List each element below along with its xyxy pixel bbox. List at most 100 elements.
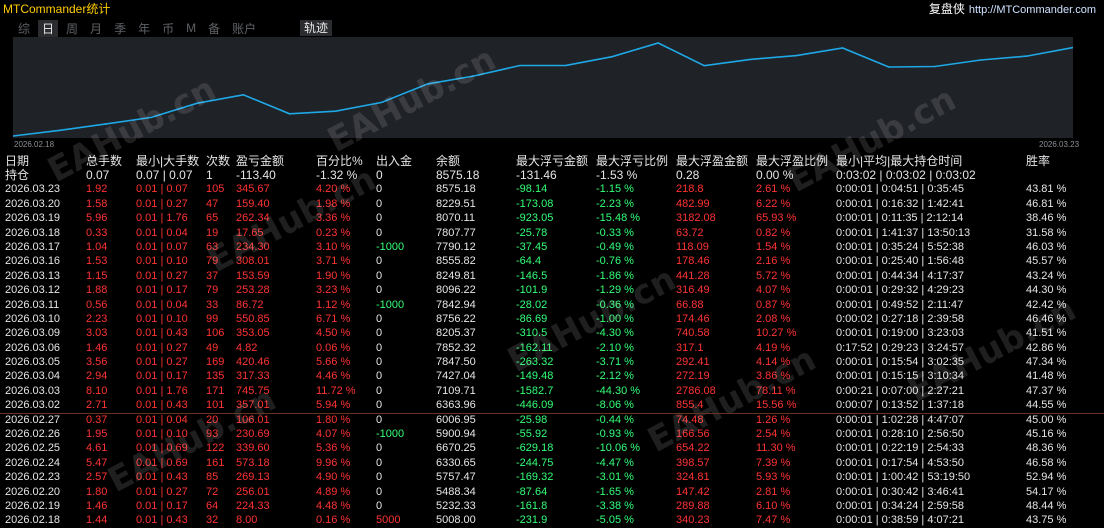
cell-count: 106 — [206, 327, 225, 340]
tab-5[interactable]: 年 — [134, 20, 154, 37]
cell-pct: 5.66 % — [316, 356, 351, 369]
table-row[interactable]: 2026.03.10 2.23 0.01 | 0.10 99 550.85 6.71 % 0… — [0, 312, 1104, 326]
cell-balance: 7790.12 — [436, 240, 476, 253]
cell-pnl: 345.67 — [236, 183, 270, 196]
cell-minmax: 0.01 | 0.07 — [136, 240, 188, 253]
holding-cell-flow: 0 — [376, 168, 383, 182]
chart-start-date: 2026.02.18 — [14, 140, 55, 149]
cell-date: 2026.02.25 — [5, 442, 61, 455]
cell-pct: 4.90 % — [316, 471, 351, 484]
table-row[interactable]: 2026.02.27 0.37 0.01 | 0.04 20 106.01 1.80 % 0… — [0, 413, 1104, 427]
cell-pnl: 308.01 — [236, 255, 270, 268]
table-row[interactable]: 2026.03.09 3.03 0.01 | 0.43 106 353.05 4.50 %… — [0, 326, 1104, 340]
cell-balance: 8555.82 — [436, 255, 476, 268]
cell-hold: 0:17:52 | 0:29:23 | 3:24:57 — [836, 341, 965, 354]
cell-win: 44.30 % — [1026, 284, 1067, 297]
tab-0[interactable]: 综 — [14, 20, 34, 37]
tab-6[interactable]: 币 — [158, 20, 178, 37]
table-row[interactable]: 2026.03.16 1.53 0.01 | 0.10 79 308.01 3.71 % 0… — [0, 254, 1104, 268]
cell-date: 2026.03.19 — [5, 212, 61, 225]
cell-mfp: 3182.08 — [676, 212, 716, 225]
cell-pnl: 550.85 — [236, 312, 270, 325]
table-row[interactable]: 2026.03.17 1.04 0.01 | 0.07 63 234.30 3.10 % -… — [0, 240, 1104, 254]
cell-hold: 0:00:01 | 1:00:42 | 53:19:50 — [836, 471, 971, 484]
cell-count: 171 — [206, 384, 225, 397]
cell-pct: 0.23 % — [316, 226, 351, 239]
cell-lots: 1.88 — [86, 284, 108, 297]
cell-mfl: -25.98 — [516, 413, 548, 426]
table-row[interactable]: 2026.03.23 1.92 0.01 | 0.07 105 345.67 4.20 %… — [0, 182, 1104, 196]
table-row[interactable]: 2026.03.06 1.46 0.01 | 0.27 49 4.82 0.06 % 0 78… — [0, 341, 1104, 355]
tab-1[interactable]: 日 — [38, 19, 59, 37]
cell-minmax: 0.01 | 1.76 — [136, 212, 188, 225]
table-row[interactable]: 2026.03.13 1.15 0.01 | 0.27 37 153.59 1.90 % 0… — [0, 269, 1104, 283]
tab-9[interactable]: 账户 — [228, 20, 260, 37]
table-row[interactable]: 2026.02.25 4.61 0.01 | 0.69 122 339.60 5.36 %… — [0, 441, 1104, 455]
cell-flow: 0 — [376, 399, 383, 412]
table-row[interactable]: 2026.03.20 1.58 0.01 | 0.27 47 159.40 1.98 % 0… — [0, 197, 1104, 211]
tab-2[interactable]: 周 — [62, 20, 82, 37]
tab-7[interactable]: M — [182, 21, 200, 35]
holding-cell-max_float_profit_pct: 0.00 % — [756, 168, 794, 182]
cell-hold: 0:00:01 | 0:15:54 | 3:02:35 — [836, 356, 965, 369]
table-row[interactable]: 2026.03.12 1.88 0.01 | 0.17 79 253.28 3.23 % 0… — [0, 283, 1104, 297]
cell-hold: 0:00:07 | 0:13:52 | 1:37:18 — [836, 399, 965, 412]
table-row[interactable]: 2026.02.20 1.80 0.01 | 0.27 72 256.01 4.89 % 0… — [0, 485, 1104, 499]
table-row[interactable]: 2026.03.19 5.96 0.01 | 1.76 65 262.34 3.36 % 0… — [0, 211, 1104, 225]
cell-flow: 0 — [376, 212, 383, 225]
table-row[interactable]: 2026.03.02 2.71 0.01 | 0.43 101 357.01 5.94 %… — [0, 398, 1104, 412]
table-row[interactable]: 2026.03.11 0.56 0.01 | 0.04 33 86.72 1.12 % -1… — [0, 298, 1104, 312]
cell-lots: 2.23 — [86, 312, 108, 325]
cell-mfp: 218.8 — [676, 183, 704, 196]
tab-track[interactable]: 轨迹 — [300, 20, 333, 36]
table-row[interactable]: 2026.03.03 8.10 0.01 | 1.76 171 745.75 11.72 … — [0, 384, 1104, 398]
brand-url[interactable]: http://MTCommander.com — [969, 4, 1096, 16]
table-row[interactable]: 2026.02.23 2.57 0.01 | 0.43 85 269.13 4.90 % 0… — [0, 470, 1104, 484]
cell-pnl: 106.01 — [236, 413, 270, 426]
cell-date: 2026.02.27 — [5, 413, 61, 426]
cell-flow: 0 — [376, 269, 383, 282]
cell-mfl: -162.11 — [516, 341, 553, 354]
cell-mfpp: 78.11 % — [756, 384, 796, 397]
equity-point-10 — [473, 75, 475, 77]
equity-point-8 — [380, 101, 383, 104]
cell-minmax: 0.01 | 0.43 — [136, 471, 188, 484]
cell-pct: 4.89 % — [316, 485, 351, 498]
table-row[interactable]: 2026.02.26 1.95 0.01 | 0.10 93 230.69 4.07 % -… — [0, 427, 1104, 441]
cell-minmax: 0.01 | 0.27 — [136, 341, 188, 354]
tab-8[interactable]: 备 — [204, 20, 224, 37]
cell-hold: 0:00:01 | 0:34:24 | 2:59:58 — [836, 499, 965, 512]
cell-pct: 9.96 % — [316, 456, 351, 469]
cell-pnl: 86.72 — [236, 298, 264, 311]
cell-win: 44.55 % — [1026, 399, 1067, 412]
cell-pnl: 339.60 — [236, 442, 270, 455]
cell-mfpp: 5.93 % — [756, 471, 791, 484]
table-row[interactable]: 2026.02.24 5.47 0.01 | 0.69 161 573.18 9.96 %… — [0, 456, 1104, 470]
cell-mfl: -169.32 — [516, 471, 554, 484]
cell-hold: 0:00:01 | 0:11:35 | 2:12:14 — [836, 212, 964, 225]
column-header-3: 次数 — [206, 154, 231, 168]
cell-win: 45.00 % — [1026, 413, 1067, 426]
tab-4[interactable]: 季 — [110, 20, 130, 37]
cell-win: 31.58 % — [1026, 226, 1067, 239]
table-row[interactable]: 2026.02.19 1.46 0.01 | 0.17 64 224.33 4.48 % 0… — [0, 499, 1104, 513]
table-row[interactable]: 2026.03.18 0.33 0.01 | 0.04 19 17.65 0.23 % 0 7… — [0, 226, 1104, 240]
holding-row: 持仓 0.07 0.07 | 0.07 1 -113.40 -1.32 % 0 8575.18… — [0, 168, 1104, 182]
cell-mfl: -149.48 — [516, 370, 554, 383]
cell-mfpp: 4.07 % — [756, 284, 791, 297]
table-row[interactable]: 2026.03.04 2.94 0.01 | 0.17 135 317.33 4.46 %… — [0, 369, 1104, 383]
cell-minmax: 0.01 | 0.27 — [136, 197, 188, 210]
cell-win: 41.48 % — [1026, 370, 1067, 383]
cell-pct: 3.10 % — [316, 240, 351, 253]
table-row[interactable]: 2026.03.05 3.56 0.01 | 0.27 169 420.46 5.66 %… — [0, 355, 1104, 369]
cell-mflp: -0.36 % — [596, 298, 634, 311]
holding-cell-balance: 8575.18 — [436, 168, 480, 182]
cell-win: 47.34 % — [1026, 356, 1067, 369]
cell-minmax: 0.01 | 0.27 — [136, 356, 188, 369]
cell-mfp: 482.99 — [676, 197, 710, 210]
tab-3[interactable]: 月 — [86, 20, 106, 37]
cell-win: 42.42 % — [1026, 298, 1067, 311]
cell-date: 2026.03.20 — [5, 197, 61, 210]
cell-win: 46.46 % — [1026, 312, 1067, 325]
cell-balance: 7842.94 — [436, 298, 476, 311]
